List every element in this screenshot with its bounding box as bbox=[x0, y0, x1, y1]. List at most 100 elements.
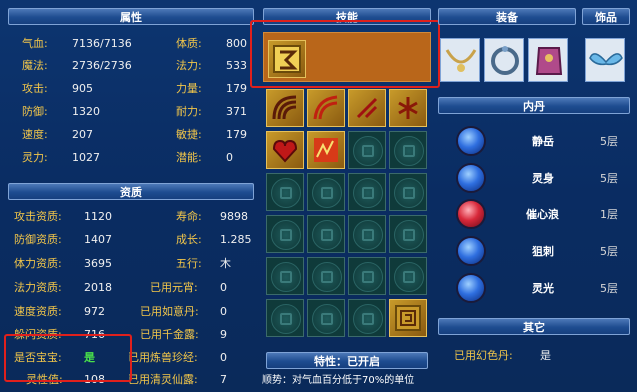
aptitude-header: 资质 bbox=[8, 183, 254, 200]
stat-value: 179 bbox=[226, 128, 247, 141]
stat-label: 气血: bbox=[22, 37, 48, 50]
inner-pill-name: 灵光 bbox=[532, 282, 554, 295]
aptitude-label: 已用元宵: bbox=[150, 281, 198, 294]
inner-pill-name: 静岳 bbox=[532, 135, 554, 148]
trait-header: 特性：已开启 bbox=[266, 352, 428, 369]
stat-label: 攻击: bbox=[22, 82, 48, 95]
skill-slot-3[interactable] bbox=[348, 89, 386, 127]
aptitude-value: 1407 bbox=[84, 233, 112, 246]
stat-label: 魔法: bbox=[22, 59, 48, 72]
stat-label: 潜能: bbox=[176, 151, 202, 164]
equip-slot-ring[interactable] bbox=[484, 38, 524, 82]
aptitude-value: 0 bbox=[220, 351, 227, 364]
inner-pill-orb[interactable] bbox=[456, 236, 486, 266]
stat-label: 敏捷: bbox=[176, 128, 202, 141]
inner-pill-header: 内丹 bbox=[438, 97, 630, 114]
aptitude-label: 已用千金露: bbox=[140, 328, 199, 341]
aptitude-label: 成长: bbox=[176, 233, 202, 246]
equipment-header: 装备 bbox=[438, 8, 576, 25]
empty-skill-slot[interactable] bbox=[266, 215, 304, 253]
is-baby-highlight bbox=[4, 334, 132, 382]
aptitude-label: 攻击资质: bbox=[14, 210, 62, 223]
aptitude-label: 防御资质: bbox=[14, 233, 62, 246]
stat-label: 灵力: bbox=[22, 151, 48, 164]
empty-skill-slot[interactable] bbox=[266, 257, 304, 295]
featured-skill-highlight bbox=[250, 20, 440, 88]
aptitude-value: 1.285 bbox=[220, 233, 252, 246]
empty-skill-slot[interactable] bbox=[348, 257, 386, 295]
other-value: 是 bbox=[540, 349, 551, 362]
aptitude-value: 7 bbox=[220, 373, 227, 386]
inner-pill-orb[interactable] bbox=[456, 163, 486, 193]
stat-value: 533 bbox=[226, 59, 247, 72]
stat-value: 371 bbox=[226, 105, 247, 118]
stat-label: 法力: bbox=[176, 59, 202, 72]
empty-skill-slot[interactable] bbox=[348, 299, 386, 337]
aptitude-value: 1120 bbox=[84, 210, 112, 223]
empty-skill-slot[interactable] bbox=[348, 215, 386, 253]
equip-slot-necklace[interactable] bbox=[440, 38, 480, 82]
stat-label: 耐力: bbox=[176, 105, 202, 118]
inner-pill-orb[interactable] bbox=[456, 126, 486, 156]
aptitude-label: 已用清灵仙露: bbox=[128, 373, 198, 386]
empty-skill-slot[interactable] bbox=[307, 215, 345, 253]
skill-slot-4[interactable] bbox=[389, 89, 427, 127]
empty-skill-slot[interactable] bbox=[307, 257, 345, 295]
inner-pill-level: 5层 bbox=[600, 172, 618, 185]
stat-value: 1320 bbox=[72, 105, 100, 118]
inner-pill-level: 5层 bbox=[600, 135, 618, 148]
empty-skill-slot[interactable] bbox=[389, 257, 427, 295]
inner-pill-name: 催心浪 bbox=[526, 208, 559, 221]
armor-icon bbox=[535, 47, 563, 75]
aptitude-value: 0 bbox=[220, 281, 227, 294]
inner-pill-level: 1层 bbox=[600, 208, 618, 221]
inner-pill-level: 5层 bbox=[600, 245, 618, 258]
stat-value: 800 bbox=[226, 37, 247, 50]
aptitude-value: 0 bbox=[220, 305, 227, 318]
skill-slot-5[interactable] bbox=[266, 131, 304, 169]
attributes-header: 属性 bbox=[8, 8, 254, 25]
aptitude-label: 寿命: bbox=[176, 210, 202, 223]
aptitude-label: 速度资质: bbox=[14, 305, 62, 318]
stat-value: 179 bbox=[226, 82, 247, 95]
empty-skill-slot[interactable] bbox=[266, 173, 304, 211]
aptitude-label: 已用炼兽珍经: bbox=[128, 351, 198, 364]
inner-pill-level: 5层 bbox=[600, 282, 618, 295]
empty-skill-slot[interactable] bbox=[307, 173, 345, 211]
wings-icon bbox=[589, 53, 623, 66]
skill-slot-6[interactable] bbox=[307, 131, 345, 169]
empty-skill-slot[interactable] bbox=[307, 299, 345, 337]
skill-slot-2[interactable] bbox=[307, 89, 345, 127]
empty-skill-slot[interactable] bbox=[348, 131, 386, 169]
empty-skill-slot[interactable] bbox=[348, 173, 386, 211]
stat-label: 体质: bbox=[176, 37, 202, 50]
empty-skill-slot[interactable] bbox=[389, 173, 427, 211]
skill-slot-1[interactable] bbox=[266, 89, 304, 127]
aptitude-value: 木 bbox=[220, 257, 231, 270]
stat-label: 防御: bbox=[22, 105, 48, 118]
aptitude-value: 9898 bbox=[220, 210, 248, 223]
aptitude-value: 3695 bbox=[84, 257, 112, 270]
aptitude-label: 已用如意丹: bbox=[140, 305, 199, 318]
trait-description: 顺势：对气血百分低于70%的单位 bbox=[262, 375, 415, 386]
aptitude-label: 体力资质: bbox=[14, 257, 62, 270]
necklace-icon bbox=[445, 49, 477, 72]
aptitude-label: 法力资质: bbox=[14, 281, 62, 294]
empty-skill-slot[interactable] bbox=[389, 215, 427, 253]
equip-slot-armor[interactable] bbox=[528, 38, 568, 82]
stat-value: 7136/7136 bbox=[72, 37, 132, 50]
special-skill-slot[interactable] bbox=[389, 299, 427, 337]
aptitude-value: 972 bbox=[84, 305, 105, 318]
inner-pill-orb[interactable] bbox=[456, 273, 486, 303]
stat-label: 力量: bbox=[176, 82, 202, 95]
ornament-slot[interactable] bbox=[585, 38, 625, 82]
other-header: 其它 bbox=[438, 318, 630, 335]
stat-value: 207 bbox=[72, 128, 93, 141]
stat-label: 速度: bbox=[22, 128, 48, 141]
stat-value: 905 bbox=[72, 82, 93, 95]
inner-pill-name: 灵身 bbox=[532, 172, 554, 185]
empty-skill-slot[interactable] bbox=[266, 299, 304, 337]
inner-pill-orb[interactable] bbox=[456, 199, 486, 229]
ring-icon bbox=[491, 46, 519, 75]
empty-skill-slot[interactable] bbox=[389, 131, 427, 169]
